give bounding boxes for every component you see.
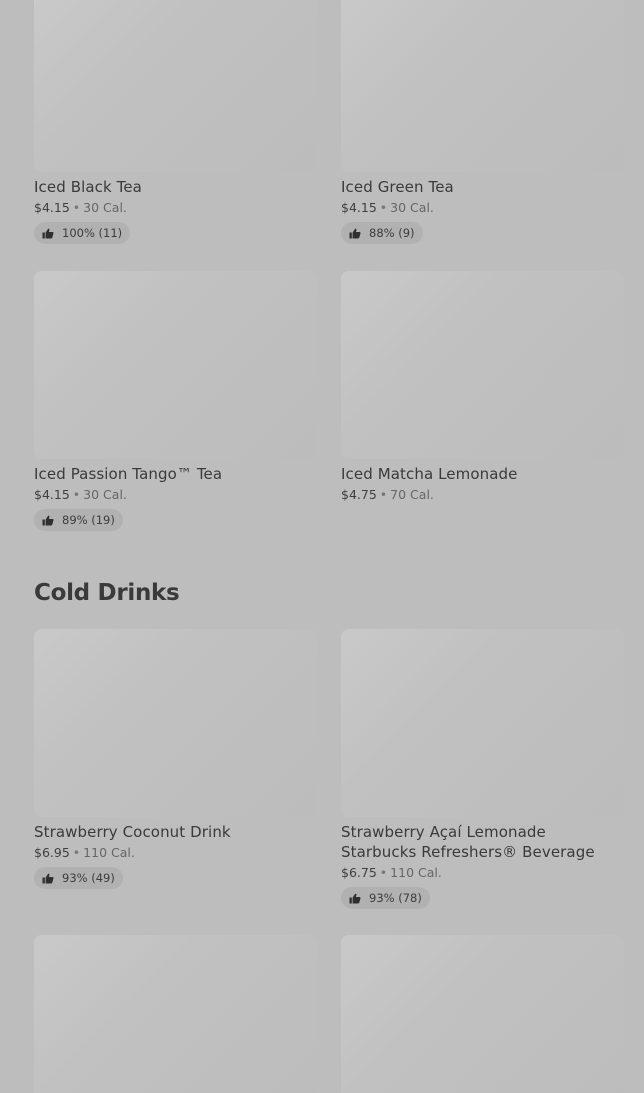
menu-item-card[interactable]: Iced Black Tea $4.15 • 30 Cal. 100% (11) <box>34 0 317 244</box>
item-name[interactable]: Iced Black Tea <box>34 177 317 197</box>
item-calories: 30 Cal. <box>83 487 127 502</box>
rating-text: 93% (49) <box>62 871 115 885</box>
item-image[interactable] <box>341 935 624 1093</box>
separator-dot: • <box>72 487 81 502</box>
menu-item-card[interactable]: Iced Matcha Lemonade $4.75 • 70 Cal. <box>341 271 624 503</box>
item-meta: $6.95 • 110 Cal. <box>34 845 317 861</box>
item-meta: $4.75 • 70 Cal. <box>341 487 624 503</box>
rating-badge: 100% (11) <box>34 222 131 244</box>
item-calories: 110 Cal. <box>390 865 442 880</box>
item-image[interactable] <box>341 271 624 459</box>
item-name[interactable]: Iced Matcha Lemonade <box>341 464 624 484</box>
item-image[interactable] <box>34 271 317 459</box>
item-image[interactable] <box>341 0 624 172</box>
menu-item-card[interactable]: Strawberry Açaí Lemonade Starbucks Refre… <box>341 629 624 909</box>
thumbs-up-icon <box>42 228 54 238</box>
item-calories: 110 Cal. <box>83 845 135 860</box>
separator-dot: • <box>72 200 81 215</box>
menu-item-card[interactable]: Strawberry Coconut Drink $6.95 • 110 Cal. … <box>34 629 317 889</box>
item-calories: 30 Cal. <box>83 200 127 215</box>
item-meta: $6.75 • 110 Cal. <box>341 865 624 881</box>
item-price: $4.15 <box>341 200 377 215</box>
item-meta: $4.15 • 30 Cal. <box>34 200 317 216</box>
separator-dot: • <box>379 865 388 880</box>
menu-item-card[interactable] <box>34 935 317 1093</box>
item-price: $4.15 <box>34 200 70 215</box>
item-price: $6.95 <box>34 845 70 860</box>
item-price: $6.75 <box>341 865 377 880</box>
menu-item-card[interactable]: Iced Green Tea $4.15 • 30 Cal. 88% (9) <box>341 0 624 244</box>
rating-text: 88% (9) <box>369 226 415 240</box>
thumbs-up-icon <box>42 873 54 883</box>
menu-page: Iced Black Tea $4.15 • 30 Cal. 100% (11) I… <box>0 0 644 1093</box>
thumbs-up-icon <box>349 893 361 903</box>
item-image[interactable] <box>34 935 317 1093</box>
menu-item-card[interactable] <box>341 935 624 1093</box>
item-name[interactable]: Iced Green Tea <box>341 177 624 197</box>
menu-item-card[interactable]: Iced Passion Tango™ Tea $4.15 • 30 Cal. 89… <box>34 271 317 531</box>
item-image[interactable] <box>34 629 317 817</box>
rating-badge: 89% (19) <box>34 509 123 531</box>
item-name[interactable]: Strawberry Coconut Drink <box>34 822 317 842</box>
item-meta: $4.15 • 30 Cal. <box>341 200 624 216</box>
rating-badge: 93% (49) <box>34 867 123 889</box>
item-meta: $4.15 • 30 Cal. <box>34 487 317 503</box>
item-name[interactable]: Iced Passion Tango™ Tea <box>34 464 317 484</box>
rating-badge: 93% (78) <box>341 887 430 909</box>
item-name[interactable]: Strawberry Açaí Lemonade Starbucks Refre… <box>341 822 611 862</box>
separator-dot: • <box>379 200 388 215</box>
rating-text: 93% (78) <box>369 891 422 905</box>
rating-text: 89% (19) <box>62 513 115 527</box>
rating-text: 100% (11) <box>62 226 123 240</box>
section-heading-cold-drinks: Cold Drinks <box>34 580 180 606</box>
separator-dot: • <box>379 487 388 502</box>
item-image[interactable] <box>341 629 624 817</box>
thumbs-up-icon <box>349 228 361 238</box>
thumbs-up-icon <box>42 515 54 525</box>
item-calories: 70 Cal. <box>390 487 434 502</box>
item-calories: 30 Cal. <box>390 200 434 215</box>
rating-badge: 88% (9) <box>341 222 423 244</box>
item-price: $4.15 <box>34 487 70 502</box>
item-image[interactable] <box>34 0 317 172</box>
item-price: $4.75 <box>341 487 377 502</box>
separator-dot: • <box>72 845 81 860</box>
